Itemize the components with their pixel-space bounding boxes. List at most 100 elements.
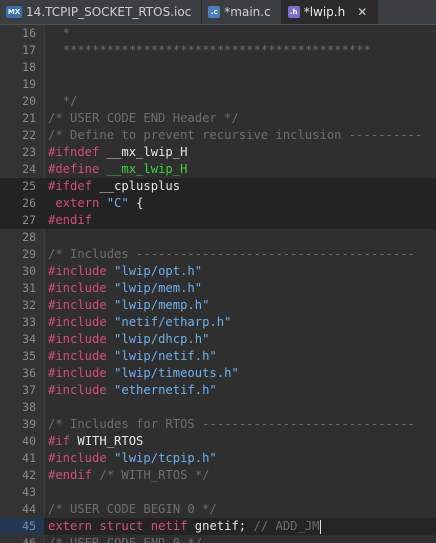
code-line[interactable]: 41 #include "lwip/tcpip.h" [0,450,436,467]
line-number: 18 [22,60,36,74]
line-text: /* USER CODE END Header */ [48,111,239,125]
text-cursor [319,519,321,534]
mx-file-icon: MX [6,6,22,18]
code-line[interactable]: 23 #ifndef __mx_lwip_H [0,144,436,161]
tab-lwip-h[interactable]: .h *lwip.h ✕ [281,0,379,24]
line-text: #include "lwip/tcpip.h" [48,451,217,465]
code-line[interactable]: 17 *************************************… [0,42,436,59]
line-text: * [48,26,71,40]
line-text: #include "ethernetif.h" [48,383,217,397]
code-line[interactable]: 18 [0,59,436,76]
close-tab-icon[interactable]: ✕ [357,5,367,19]
code-line[interactable]: 43 [0,484,436,501]
line-text: extern "C" { [55,196,144,210]
line-number: 30 [22,264,36,278]
line-number: 39 [22,417,36,431]
line-number: 43 [22,485,36,499]
code-line[interactable]: 25 #ifdef __cplusplus [0,178,436,195]
line-text: #include "netif/etharp.h" [48,315,232,329]
code-line[interactable]: 19 [0,76,436,93]
code-line[interactable]: 46 /* USER CODE END 0 */ [0,535,436,543]
line-text: #endif /* WITH_RTOS */ [48,468,210,482]
line-number: 40 [22,434,36,448]
c-file-icon: .c [208,6,221,18]
tab-ioc-file[interactable]: MX 14.TCPIP_SOCKET_RTOS.ioc [0,0,203,24]
line-text: #endif [48,213,93,227]
h-file-icon: .h [287,6,300,18]
code-line[interactable]: 39 /* Includes for RTOS -----------------… [0,416,436,433]
line-number: 35 [22,349,36,363]
code-line[interactable]: 37 #include "ethernetif.h" [0,382,436,399]
code-line[interactable]: 28 [0,229,436,246]
code-line[interactable]: 45 extern struct netif gnetif; // ADD_JM [0,518,436,535]
code-line[interactable]: 44 /* USER CODE BEGIN 0 */ [0,501,436,518]
code-line[interactable]: 24 #define __mx_lwip_H [0,161,436,178]
line-text: ****************************************… [48,43,371,57]
line-number: 21 [22,111,36,125]
line-number: 25 [22,179,36,193]
line-number: 44 [22,502,36,516]
code-line[interactable]: 22 /* Define to prevent recursive inclusi… [0,127,436,144]
code-line[interactable]: 16 * [0,25,436,42]
line-number: 27 [22,213,36,227]
line-text: #include "lwip/dhcp.h" [48,332,210,346]
code-line[interactable]: 20 */ [0,93,436,110]
line-number: 32 [22,298,36,312]
code-line[interactable]: 21 /* USER CODE END Header */ [0,110,436,127]
tab-label: *lwip.h [303,5,346,19]
line-number: 19 [22,77,36,91]
line-text: */ [48,94,78,108]
line-number: 45 [0,518,44,535]
tab-label: *main.c [224,5,271,19]
line-text: /* Includes for RTOS -------------------… [48,417,415,431]
line-text: #ifdef __cplusplus [48,179,181,193]
line-number: 24 [22,162,36,176]
line-text: /* Includes ----------------------------… [48,247,415,261]
code-line[interactable]: 34 #include "lwip/dhcp.h" [0,331,436,348]
code-line[interactable]: 35 #include "lwip/netif.h" [0,348,436,365]
line-number: 17 [22,43,36,57]
line-text: /* USER CODE BEGIN 0 */ [48,502,217,516]
code-line[interactable]: 42 #endif /* WITH_RTOS */ [0,467,436,484]
line-text [44,399,48,416]
tab-main-c[interactable]: .c *main.c [202,0,282,24]
editor-tab-bar: MX 14.TCPIP_SOCKET_RTOS.ioc .c *main.c .… [0,0,436,25]
line-number: 31 [22,281,36,295]
line-number: 37 [22,383,36,397]
line-text [44,76,48,93]
line-text [44,59,48,76]
code-line[interactable]: 32 #include "lwip/memp.h" [0,297,436,314]
line-text: /* Define to prevent recursive inclusion… [48,128,423,142]
line-number: 34 [22,332,36,346]
code-line[interactable]: 40 #if WITH_RTOS [0,433,436,450]
code-editor[interactable]: 16 * 17 *********************************… [0,25,436,543]
line-number: 22 [22,128,36,142]
code-line[interactable]: 33 #include "netif/etharp.h" [0,314,436,331]
code-line[interactable]: 31 #include "lwip/mem.h" [0,280,436,297]
line-number: 42 [22,468,36,482]
line-text: extern struct netif gnetif; // ADD_JM [48,519,321,534]
code-lines: 16 * 17 *********************************… [0,25,436,543]
line-text [44,229,48,246]
line-text: #include "lwip/opt.h" [48,264,203,278]
line-text: #include "lwip/memp.h" [48,298,210,312]
line-text: #ifndef __mx_lwip_H [48,145,188,159]
code-line[interactable]: 30 #include "lwip/opt.h" [0,263,436,280]
line-text: #include "lwip/netif.h" [48,349,217,363]
line-number: 28 [22,230,36,244]
code-line[interactable]: 27 #endif [0,212,436,229]
line-number: 38 [22,400,36,414]
line-number: 26 [22,196,36,210]
line-text: #include "lwip/mem.h" [48,281,203,295]
code-line[interactable]: 38 [0,399,436,416]
code-line[interactable]: 26 extern "C" { [0,195,436,212]
line-number: 33 [22,315,36,329]
code-line[interactable]: 36 #include "lwip/timeouts.h" [0,365,436,382]
tab-label: 14.TCPIP_SOCKET_RTOS.ioc [26,5,192,19]
line-text [44,484,48,501]
line-number: 36 [22,366,36,380]
line-text: #if WITH_RTOS [48,434,144,448]
line-number: 41 [22,451,36,465]
code-line[interactable]: 29 /* Includes --------------------------… [0,246,436,263]
line-number: 20 [22,94,36,108]
